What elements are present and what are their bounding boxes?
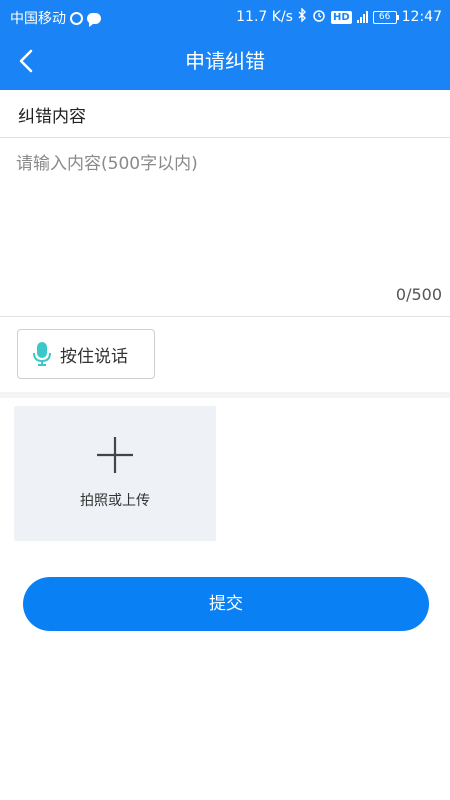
battery-icon: 66 bbox=[372, 10, 399, 24]
back-button[interactable] bbox=[6, 41, 46, 81]
section-header: 纠错内容 bbox=[0, 90, 450, 138]
page-title: 申请纠错 bbox=[185, 49, 265, 73]
hd-icon: HD bbox=[330, 10, 352, 24]
status-right: 11.7 K/s HD 66 12:47 bbox=[236, 7, 442, 26]
section-divider bbox=[0, 392, 450, 398]
voice-row: 按住说话 bbox=[0, 318, 450, 392]
voice-label: 按住说话 bbox=[60, 346, 128, 367]
photo-upload-button[interactable]: 拍照或上传 bbox=[14, 406, 216, 541]
char-counter: 0/500 bbox=[395, 285, 442, 304]
carrier-label: 中国移动 bbox=[10, 11, 66, 27]
bluetooth-icon bbox=[298, 7, 307, 26]
alarm-icon bbox=[312, 8, 326, 26]
microphone-icon bbox=[33, 342, 51, 366]
battery-level: 66 bbox=[378, 11, 391, 22]
plus-icon bbox=[97, 437, 133, 473]
upload-label: 拍照或上传 bbox=[80, 493, 150, 509]
section-title: 纠错内容 bbox=[18, 107, 86, 127]
chat-icon bbox=[87, 12, 101, 27]
clock: 12:47 bbox=[401, 9, 442, 25]
content-area: 0/500 bbox=[0, 139, 450, 317]
signal-icon bbox=[356, 11, 368, 23]
submit-button[interactable]: 提交 bbox=[23, 577, 429, 631]
chevron-left-icon bbox=[19, 49, 33, 73]
title-bar: 申请纠错 bbox=[0, 33, 450, 90]
status-bar: 中国移动 11.7 K/s HD 66 12:47 bbox=[0, 0, 450, 33]
status-left: 中国移动 bbox=[10, 8, 101, 28]
network-speed: 11.7 K/s bbox=[236, 9, 293, 25]
content-input[interactable] bbox=[16, 149, 436, 279]
sync-icon bbox=[70, 11, 83, 25]
hold-to-talk-button[interactable]: 按住说话 bbox=[17, 329, 155, 379]
